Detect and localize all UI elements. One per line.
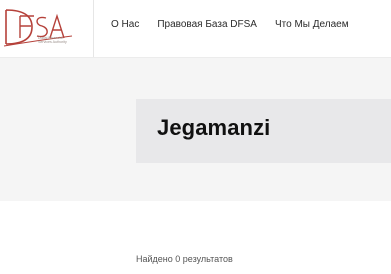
logo-tagline: Dubai Financial Services Authority [38, 36, 88, 44]
dfsa-logo-icon [3, 9, 73, 47]
title-box: Jegamanzi [136, 99, 391, 163]
nav-item-about[interactable]: О Нас [111, 19, 139, 35]
site-header: Dubai Financial Services Authority О Нас… [0, 0, 391, 58]
hero-banner: Jegamanzi [0, 58, 391, 201]
logo[interactable]: Dubai Financial Services Authority [0, 0, 94, 57]
nav-item-legal-framework[interactable]: Правовая База DFSA [157, 19, 257, 35]
nav-item-what-we-do[interactable]: Что Мы Делаем [275, 19, 349, 35]
logo-tagline-line: Services Authority [38, 40, 67, 45]
main-nav: О Нас Правовая База DFSA Что Мы Делаем [111, 19, 349, 35]
results-summary: Найдено 0 результатов [136, 254, 233, 264]
page-title: Jegamanzi [157, 115, 271, 140]
